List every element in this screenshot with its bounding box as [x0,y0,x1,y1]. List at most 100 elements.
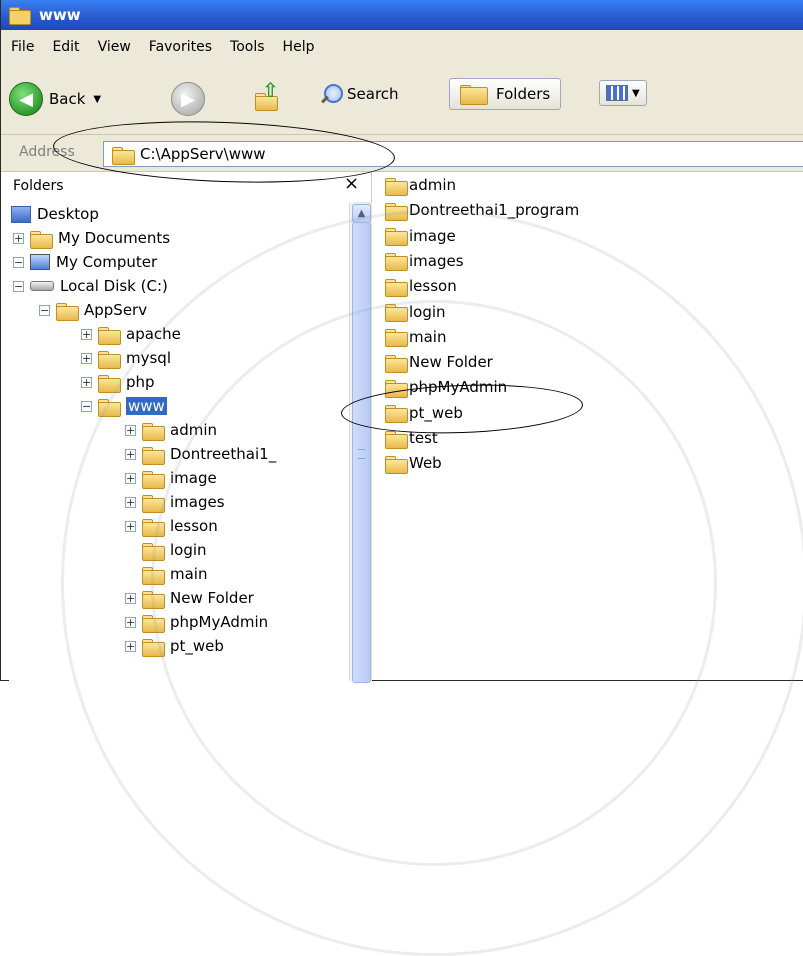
folder-item[interactable]: pt_web [385,402,463,424]
tree-item[interactable]: − Local Disk (C:) [13,274,168,298]
tree-item-label: New Folder [170,589,254,607]
disk-icon [30,281,54,291]
scroll-thumb[interactable] [352,222,371,683]
folder-item-label: test [409,429,438,447]
documents-icon [30,230,53,249]
collapse-icon[interactable]: − [13,280,24,292]
tree-item[interactable]: + Dontreethai1_ [125,442,276,466]
back-label: Back [49,90,86,108]
address-label: Address [19,144,75,160]
tree-item[interactable]: + images [125,490,225,514]
window-title: www [39,6,81,24]
tree-item[interactable]: + apache [81,322,181,346]
folder-item[interactable]: images [385,250,464,272]
folders-pane-header: Folders × [9,172,371,202]
no-expander [125,569,136,580]
expand-icon[interactable]: + [125,496,136,508]
folder-item-label: admin [409,176,456,194]
search-icon [319,82,343,106]
folder-item[interactable]: image [385,225,456,247]
search-button[interactable]: Search [319,82,399,106]
tree-item[interactable]: + My Documents [13,226,170,250]
scroll-up-icon[interactable]: ▲ [352,204,371,223]
menu-tools[interactable]: Tools [230,39,265,55]
expand-icon[interactable]: + [81,376,92,388]
folders-pane: Folders × Desktop + My Documents − My Comput… [9,172,372,683]
menu-edit[interactable]: Edit [52,39,79,55]
tree-item[interactable]: + admin [125,418,217,442]
expand-icon[interactable]: + [13,232,24,244]
expand-icon[interactable]: + [81,352,92,364]
forward-button[interactable]: ▶ [171,82,205,116]
tree-item[interactable]: main [125,562,207,586]
tree-item-label: www [126,397,167,415]
tree-item[interactable]: + New Folder [125,586,254,610]
folder-item[interactable]: phpMyAdmin [385,376,507,398]
title-bar[interactable]: www [1,0,803,30]
chevron-down-icon[interactable]: ▼ [93,94,101,105]
address-bar: Address C:\AppServ\www [1,135,803,172]
folder-item[interactable]: main [385,326,446,348]
folders-pane-title: Folders [13,178,64,194]
tree-item-label: login [170,541,207,559]
folder-item[interactable]: Dontreethai1_program [385,199,579,221]
tree-item-label: My Documents [58,229,171,247]
tree-item[interactable]: Desktop [11,202,99,226]
back-button[interactable]: ◀ Back ▼ [9,82,101,116]
folders-icon [460,83,488,105]
expand-icon[interactable]: + [81,328,92,340]
folder-item[interactable]: test [385,427,438,449]
expand-icon[interactable]: + [125,448,136,460]
folder-item-label: phpMyAdmin [409,378,508,397]
views-button[interactable]: ▼ [599,80,647,106]
collapse-icon[interactable]: − [39,304,50,316]
folder-icon [142,566,165,585]
tree-item[interactable]: − www [81,394,167,418]
folder-item[interactable]: Web [385,452,442,474]
expand-icon[interactable]: + [125,640,136,652]
tree-item[interactable]: + php [81,370,155,394]
collapse-icon[interactable]: − [13,256,24,268]
tree-item[interactable]: login [125,538,207,562]
content-pane: admin Dontreethai1_programimage images less… [373,172,803,681]
address-input[interactable]: C:\AppServ\www [103,141,803,167]
menu-file[interactable]: File [11,39,34,55]
folder-icon [112,146,135,165]
menu-view[interactable]: View [98,39,131,55]
expand-icon[interactable]: + [125,616,136,628]
menu-favorites[interactable]: Favorites [149,39,212,55]
up-folder-button[interactable]: ⇧ [251,78,283,111]
folder-item[interactable]: New Folder [385,351,493,373]
folder-item[interactable]: login [385,301,446,323]
folder-icon [142,518,165,537]
menu-help[interactable]: Help [283,39,315,55]
expand-icon[interactable]: + [125,472,136,484]
folder-icon [142,542,165,561]
collapse-icon[interactable]: − [81,400,92,412]
tree-item[interactable]: + phpMyAdmin [125,610,268,634]
tree-item-label: admin [170,421,217,439]
tree-item[interactable]: + lesson [125,514,218,538]
folder-item[interactable]: lesson [385,275,457,297]
tree-item[interactable]: − My Computer [13,250,157,274]
no-expander [125,545,136,556]
folders-button[interactable]: Folders [449,78,562,110]
expand-icon[interactable]: + [125,424,136,436]
tree-item[interactable]: + image [125,466,217,490]
folder-icon [385,328,408,348]
expand-icon[interactable]: + [125,592,136,604]
tree-item-label: phpMyAdmin [170,613,269,631]
tree-scrollbar[interactable]: ▲ [349,202,372,683]
folder-icon [385,278,408,297]
search-label: Search [347,85,399,103]
close-icon[interactable]: × [344,173,359,194]
tree-item[interactable]: − AppServ [39,298,147,322]
tree-item[interactable]: + mysql [81,346,171,370]
tree-item-label: main [170,565,208,583]
folder-item[interactable]: admin [385,174,456,196]
tree-item[interactable]: + pt_web [125,634,224,658]
forward-arrow-icon: ▶ [171,82,205,116]
folder-icon [385,252,408,272]
folder-item-label: New Folder [409,353,493,372]
expand-icon[interactable]: + [125,520,136,532]
